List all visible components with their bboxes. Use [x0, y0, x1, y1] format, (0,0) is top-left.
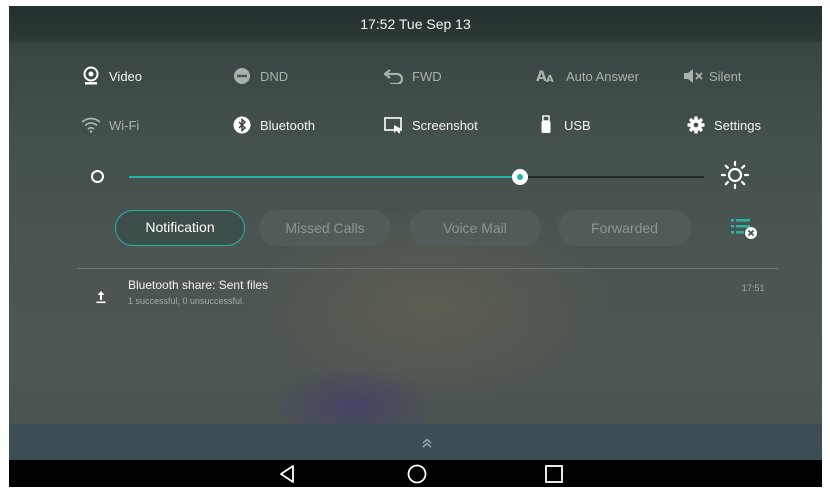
collapse-chevron-icon[interactable] — [421, 436, 433, 448]
screenshot-icon — [384, 115, 404, 135]
qs-silent-toggle[interactable]: Silent — [683, 64, 742, 88]
brightness-high-icon — [719, 159, 751, 191]
qs-silent-label: Silent — [709, 68, 742, 84]
clear-all-icon — [727, 219, 763, 246]
tab-forwarded-label: Forwarded — [591, 220, 658, 236]
bluetooth-icon — [232, 115, 252, 135]
speaker-mute-icon — [683, 66, 705, 86]
gear-icon — [686, 115, 706, 135]
qs-usb-button[interactable]: USB — [536, 113, 591, 137]
notification-subtitle: 1 successful, 0 unsuccessful. — [128, 296, 245, 306]
qs-dnd-label: DND — [260, 68, 289, 84]
qs-wifi-label: Wi-Fi — [109, 117, 140, 133]
qs-dnd-toggle[interactable]: DND — [232, 64, 288, 88]
brightness-slider[interactable] — [129, 169, 704, 185]
qs-video-label: Video — [109, 68, 143, 84]
svg-text:A: A — [546, 74, 554, 84]
upload-icon — [95, 289, 107, 305]
video-camera-icon — [81, 66, 101, 86]
recents-square-icon[interactable] — [543, 463, 565, 485]
back-triangle-icon[interactable] — [277, 463, 299, 485]
home-circle-icon[interactable] — [406, 463, 428, 485]
tab-voice-mail[interactable]: Voice Mail — [409, 210, 541, 246]
qs-screenshot-label: Screenshot — [412, 117, 478, 133]
brightness-low-icon — [91, 170, 104, 183]
status-clock: 17:52 Tue Sep 13 — [360, 16, 471, 32]
tabs-divider — [77, 268, 778, 269]
status-bar: 17:52 Tue Sep 13 — [9, 6, 822, 42]
qs-screenshot-button[interactable]: Screenshot — [384, 113, 478, 137]
wifi-icon — [81, 115, 101, 135]
qs-video-toggle[interactable]: Video — [81, 64, 142, 88]
qs-fwd-toggle[interactable]: FWD — [384, 64, 442, 88]
qs-wifi-toggle[interactable]: Wi-Fi — [81, 113, 139, 137]
tab-forwarded[interactable]: Forwarded — [558, 210, 691, 246]
notification-time: 17:51 — [742, 283, 765, 293]
device-frame: 17:52 Tue Sep 13 Video DND FWD AA Auto A… — [0, 0, 830, 493]
notification-title: Bluetooth share: Sent files — [128, 278, 269, 292]
brightness-slider-fill — [129, 176, 520, 178]
qs-settings-button[interactable]: Settings — [686, 113, 761, 137]
usb-icon — [536, 115, 556, 135]
tab-notification[interactable]: Notification — [115, 210, 245, 246]
shade-handle-bar[interactable] — [9, 424, 822, 460]
auto-answer-icon: AA — [536, 66, 558, 86]
dnd-icon — [232, 66, 252, 86]
navigation-bar — [9, 460, 822, 487]
qs-bluetooth-label: Bluetooth — [260, 117, 315, 133]
qs-auto-answer-toggle[interactable]: AA Auto Answer — [536, 64, 639, 88]
qs-bluetooth-toggle[interactable]: Bluetooth — [232, 113, 315, 137]
qs-usb-label: USB — [564, 117, 591, 133]
forward-arrow-icon — [384, 66, 404, 86]
tab-voice-mail-label: Voice Mail — [443, 220, 507, 236]
clear-all-notifications-button[interactable] — [727, 216, 763, 242]
tab-missed-calls-label: Missed Calls — [285, 220, 365, 236]
tab-missed-calls[interactable]: Missed Calls — [259, 210, 391, 246]
notification-shade: 17:52 Tue Sep 13 Video DND FWD AA Auto A… — [9, 6, 822, 487]
qs-fwd-label: FWD — [412, 68, 442, 84]
qs-settings-label: Settings — [714, 117, 761, 133]
qs-auto-answer-label: Auto Answer — [566, 68, 639, 84]
brightness-slider-thumb[interactable] — [512, 169, 528, 185]
tab-notification-label: Notification — [145, 219, 215, 235]
